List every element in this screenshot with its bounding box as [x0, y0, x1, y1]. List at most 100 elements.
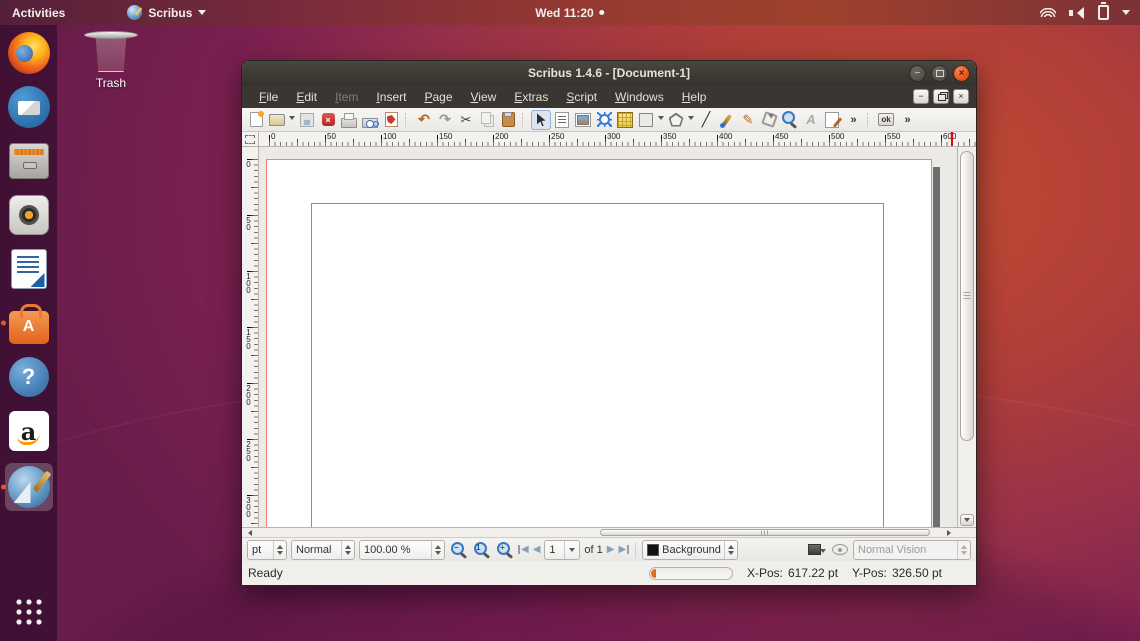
ruler-label: 250	[551, 132, 564, 141]
dock-item-scribus[interactable]	[5, 463, 53, 511]
ruler-label: 500	[831, 132, 844, 141]
main-toolbar: × ↶ ↷ ✂ ╱ ✎ A »	[242, 108, 976, 132]
menu-help[interactable]: Help	[673, 87, 716, 107]
layer-select[interactable]: Background	[642, 540, 738, 560]
document-canvas[interactable]	[259, 147, 957, 527]
new-document-icon[interactable]	[246, 110, 266, 130]
app-menu[interactable]: Scribus	[127, 5, 206, 20]
page-number-select[interactable]: 1	[544, 540, 580, 560]
window-maximize-button[interactable]	[931, 65, 948, 82]
copy-icon[interactable]	[477, 110, 497, 130]
insert-table-icon[interactable]	[615, 110, 635, 130]
visual-appearance-eye-icon[interactable]	[831, 543, 849, 557]
image-quality-select[interactable]: Normal	[291, 540, 355, 560]
save-document-icon[interactable]	[297, 110, 317, 130]
next-page-button[interactable]: ▶	[607, 544, 615, 555]
scroll-right-arrow-icon[interactable]	[945, 529, 956, 536]
insert-render-frame-icon[interactable]	[594, 110, 614, 130]
ruler-origin-box[interactable]	[242, 132, 259, 146]
insert-text-frame-icon[interactable]	[552, 110, 572, 130]
chevron-down-icon	[1122, 10, 1130, 19]
show-applications-button[interactable]	[14, 597, 44, 627]
trash-desktop-icon[interactable]: Trash	[86, 34, 136, 90]
scroll-down-arrow-icon[interactable]	[960, 514, 974, 526]
cut-icon[interactable]: ✂	[456, 110, 476, 130]
toolbar-overflow-icon[interactable]: »	[843, 110, 863, 130]
spinner-icon[interactable]	[273, 541, 286, 559]
zoom-tool-icon[interactable]	[780, 110, 800, 130]
vertical-ruler[interactable]: 0 50 100 150 200 250 300	[242, 147, 259, 527]
zoom-100-button[interactable]: 1	[472, 540, 491, 559]
preflight-verifier-icon[interactable]	[360, 110, 380, 130]
select-item-icon[interactable]	[531, 110, 551, 130]
menu-edit[interactable]: Edit	[287, 87, 326, 107]
ruler-label: 400	[719, 132, 732, 141]
dock-item-rhythmbox[interactable]	[5, 193, 53, 237]
shape-dropdown-caret-icon[interactable]	[657, 110, 665, 130]
edit-contents-icon[interactable]: A	[801, 110, 821, 130]
insert-freehand-line-icon[interactable]: ✎	[738, 110, 758, 130]
menu-view[interactable]: View	[462, 87, 506, 107]
insert-polygon-icon[interactable]	[666, 110, 686, 130]
zoom-out-button[interactable]: −	[449, 540, 468, 559]
scroll-left-arrow-icon[interactable]	[243, 529, 254, 536]
dock-item-thunderbird[interactable]	[5, 85, 53, 129]
horizontal-scrollbar-thumb[interactable]	[600, 529, 930, 536]
story-editor-icon[interactable]	[822, 110, 842, 130]
clock[interactable]: Wed 11:20	[535, 6, 604, 20]
menu-script[interactable]: Script	[557, 87, 606, 107]
rotate-item-icon[interactable]	[759, 110, 779, 130]
paste-icon[interactable]	[498, 110, 518, 130]
pdf-toolbar-overflow-icon[interactable]: »	[897, 110, 917, 130]
menu-insert[interactable]: Insert	[367, 87, 415, 107]
menu-windows[interactable]: Windows	[606, 87, 673, 107]
menu-page[interactable]: Page	[415, 87, 461, 107]
dock-item-libreoffice-writer[interactable]	[5, 247, 53, 291]
last-page-button[interactable]: ▶	[618, 544, 629, 555]
open-dropdown-caret-icon[interactable]	[288, 110, 296, 130]
dock-item-firefox[interactable]	[5, 31, 53, 75]
horizontal-ruler[interactable]: 0 50 100 150 200 250 300 350 400 450 500…	[259, 132, 976, 146]
pdf-push-button-icon[interactable]: ok	[876, 110, 896, 130]
zoom-level-input[interactable]: 100.00 %	[359, 540, 445, 560]
redo-icon[interactable]: ↷	[435, 110, 455, 130]
insert-shape-icon[interactable]	[636, 110, 656, 130]
dock-item-amazon[interactable]: a	[5, 409, 53, 453]
first-page-button[interactable]: ◀	[518, 544, 529, 555]
unit-select[interactable]: pt	[247, 540, 287, 560]
preview-mode-icon[interactable]	[807, 541, 827, 559]
vertical-scrollbar[interactable]	[957, 147, 976, 527]
dock-item-ubuntu-software[interactable]: A	[5, 301, 53, 345]
previous-page-button[interactable]: ◀	[533, 544, 541, 555]
menu-file[interactable]: File	[250, 87, 287, 107]
open-document-icon[interactable]	[267, 110, 287, 130]
window-titlebar[interactable]: Scribus 1.4.6 - [Document-1] − ×	[242, 61, 976, 85]
spinner-icon[interactable]	[341, 541, 354, 559]
insert-image-frame-icon[interactable]	[573, 110, 593, 130]
insert-line-icon[interactable]: ╱	[696, 110, 716, 130]
polygon-dropdown-caret-icon[interactable]	[687, 110, 695, 130]
document-minimize-button[interactable]: −	[913, 89, 929, 104]
document-page[interactable]	[266, 159, 932, 527]
document-close-button[interactable]: ×	[953, 89, 969, 104]
menu-extras[interactable]: Extras	[505, 87, 557, 107]
undo-icon[interactable]: ↶	[414, 110, 434, 130]
insert-bezier-curve-icon[interactable]	[717, 110, 737, 130]
dock-item-files[interactable]	[5, 139, 53, 183]
spinner-icon[interactable]	[724, 541, 737, 559]
ruler-label: 200	[495, 132, 508, 141]
window-close-button[interactable]: ×	[953, 65, 970, 82]
horizontal-scrollbar[interactable]	[242, 527, 976, 537]
zoom-in-button[interactable]: +	[495, 540, 514, 559]
close-document-icon[interactable]: ×	[318, 110, 338, 130]
help-icon: ?	[9, 357, 49, 397]
spinner-icon[interactable]	[431, 541, 444, 559]
dock-item-help[interactable]: ?	[5, 355, 53, 399]
activities-button[interactable]: Activities	[12, 6, 65, 20]
print-document-icon[interactable]	[339, 110, 359, 130]
vertical-scrollbar-thumb[interactable]	[960, 151, 974, 441]
system-status-area[interactable]	[1040, 5, 1130, 20]
window-minimize-button[interactable]: −	[909, 65, 926, 82]
export-pdf-icon[interactable]	[381, 110, 401, 130]
document-restore-button[interactable]	[933, 89, 949, 104]
